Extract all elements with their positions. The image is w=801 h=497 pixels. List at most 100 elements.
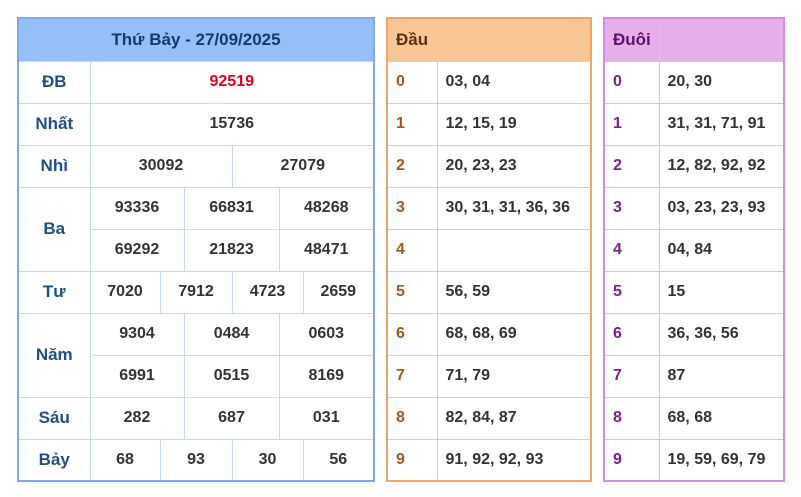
duoi-digit: 3 <box>603 186 660 230</box>
prize-row-fourth: Tư 7020 7912 4723 2659 <box>17 270 375 314</box>
dau-header: Đầu <box>386 17 438 62</box>
dau-digit: 8 <box>386 396 438 440</box>
prize-number: 7020 <box>89 270 161 314</box>
results-header-row: Thứ Bảy - 27/09/2025 <box>17 17 375 62</box>
duoi-header-row: Đuôi <box>603 17 785 62</box>
dau-row: 8 82, 84, 87 <box>386 396 592 440</box>
prize-label: Năm <box>17 312 91 398</box>
prize-number: 0603 <box>278 312 375 356</box>
dau-row: 5 56, 59 <box>386 270 592 314</box>
prize-label: Tư <box>17 270 91 314</box>
dau-row: 3 30, 31, 31, 36, 36 <box>386 186 592 230</box>
duoi-digit: 5 <box>603 270 660 314</box>
duoi-digit: 0 <box>603 60 660 104</box>
duoi-values: 87 <box>658 354 785 398</box>
dau-row: 9 91, 92, 92, 93 <box>386 438 592 482</box>
dau-values: 91, 92, 92, 93 <box>436 438 592 482</box>
prize-number: 0484 <box>183 312 280 356</box>
prize-number: 93 <box>159 438 233 482</box>
prize-number: 69292 <box>89 228 185 272</box>
duoi-row: 1 31, 31, 71, 91 <box>603 102 785 146</box>
prize-label: ĐB <box>17 60 91 104</box>
duoi-values: 04, 84 <box>658 228 785 272</box>
duoi-row: 3 03, 23, 23, 93 <box>603 186 785 230</box>
prize-number: 56 <box>302 438 375 482</box>
duoi-row: 4 04, 84 <box>603 228 785 272</box>
prize-number: 7912 <box>159 270 233 314</box>
duoi-row: 9 19, 59, 69, 79 <box>603 438 785 482</box>
draw-date-title: Thứ Bảy - 27/09/2025 <box>17 17 375 62</box>
dau-digit: 4 <box>386 228 438 272</box>
dau-digit: 9 <box>386 438 438 482</box>
dau-row: 4 <box>386 228 592 272</box>
prize-number: 93336 <box>89 186 185 230</box>
prize-row-sixth: Sáu 282 687 031 <box>17 396 375 440</box>
dau-values: 68, 68, 69 <box>436 312 592 356</box>
prize-row-first: Nhất 15736 <box>17 102 375 146</box>
dau-header-row: Đầu <box>386 17 592 62</box>
duoi-header-empty <box>658 17 785 62</box>
duoi-values: 31, 31, 71, 91 <box>658 102 785 146</box>
dau-row: 0 03, 04 <box>386 60 592 104</box>
duoi-digit: 6 <box>603 312 660 356</box>
dau-values: 82, 84, 87 <box>436 396 592 440</box>
prize-number: 282 <box>89 396 185 440</box>
prize-number: 30092 <box>89 144 233 188</box>
duoi-values: 20, 30 <box>658 60 785 104</box>
duoi-digit: 1 <box>603 102 660 146</box>
duoi-row: 2 12, 82, 92, 92 <box>603 144 785 188</box>
duoi-digit: 7 <box>603 354 660 398</box>
dau-values: 12, 15, 19 <box>436 102 592 146</box>
prize-number: 687 <box>183 396 280 440</box>
dau-row: 2 20, 23, 23 <box>386 144 592 188</box>
prize-number: 8169 <box>278 354 375 398</box>
prize-number: 2659 <box>302 270 375 314</box>
prize-label: Bảy <box>17 438 91 482</box>
duoi-row: 8 68, 68 <box>603 396 785 440</box>
dau-values: 56, 59 <box>436 270 592 314</box>
prize-number: 4723 <box>231 270 304 314</box>
duoi-values: 12, 82, 92, 92 <box>658 144 785 188</box>
duoi-digit: 2 <box>603 144 660 188</box>
dau-values: 20, 23, 23 <box>436 144 592 188</box>
prize-number: 48471 <box>278 228 375 272</box>
dau-row: 6 68, 68, 69 <box>386 312 592 356</box>
dau-row: 1 12, 15, 19 <box>386 102 592 146</box>
prize-row-seventh: Bảy 68 93 30 56 <box>17 438 375 482</box>
dau-digit: 7 <box>386 354 438 398</box>
prize-number: 30 <box>231 438 304 482</box>
dau-header-empty <box>436 17 592 62</box>
prize-row-fifth: Năm 9304 0484 0603 <box>17 312 375 398</box>
duoi-values: 15 <box>658 270 785 314</box>
prize-label: Nhất <box>17 102 91 146</box>
prize-number: 9304 <box>89 312 185 356</box>
dau-digit: 5 <box>386 270 438 314</box>
prize-number: 27079 <box>231 144 375 188</box>
dau-table: Đầu 0 03, 04 1 12, 15, 19 2 20, 23, 23 3 30,… <box>386 17 592 482</box>
dau-values: 71, 79 <box>436 354 592 398</box>
dau-digit: 2 <box>386 144 438 188</box>
duoi-values: 36, 36, 56 <box>658 312 785 356</box>
dau-digit: 6 <box>386 312 438 356</box>
duoi-row: 6 36, 36, 56 <box>603 312 785 356</box>
prize-number: 031 <box>278 396 375 440</box>
dau-values <box>436 228 592 272</box>
prize-row-third: Ba 93336 66831 48268 <box>17 186 375 272</box>
dau-digit: 1 <box>386 102 438 146</box>
special-prize-number: 92519 <box>89 60 375 104</box>
prize-number: 6991 <box>89 354 185 398</box>
dau-row: 7 71, 79 <box>386 354 592 398</box>
prize-label: Sáu <box>17 396 91 440</box>
prize-number: 48268 <box>278 186 375 230</box>
prize-number: 66831 <box>183 186 280 230</box>
duoi-values: 03, 23, 23, 93 <box>658 186 785 230</box>
duoi-digit: 9 <box>603 438 660 482</box>
prize-number: 15736 <box>89 102 375 146</box>
dau-values: 03, 04 <box>436 60 592 104</box>
prize-number: 21823 <box>183 228 280 272</box>
prize-number: 68 <box>89 438 161 482</box>
duoi-row: 7 87 <box>603 354 785 398</box>
duoi-digit: 4 <box>603 228 660 272</box>
prize-label: Nhì <box>17 144 91 188</box>
prize-row-special: ĐB 92519 <box>17 60 375 104</box>
